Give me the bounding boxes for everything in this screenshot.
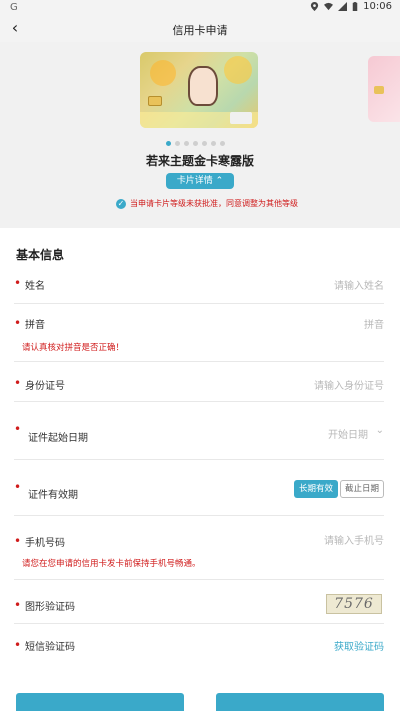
required-marker: • bbox=[14, 276, 22, 290]
end-date-option[interactable]: 截止日期 bbox=[340, 480, 384, 498]
carousel-dot[interactable] bbox=[175, 141, 180, 146]
required-marker: • bbox=[14, 480, 22, 494]
phone-hint: 请您在您申请的信用卡发卡前保持手机号畅通。 bbox=[22, 559, 201, 569]
section-title: 基本信息 bbox=[16, 248, 65, 262]
phone-row: • 手机号码 请输入手机号 请您在您申请的信用卡发卡前保持手机号畅通。 bbox=[14, 526, 384, 580]
chevron-down-icon[interactable]: ⌄ bbox=[376, 425, 384, 436]
battery-icon bbox=[352, 2, 358, 11]
network-indicator: G bbox=[10, 2, 18, 13]
card-details-label: 卡片详情 bbox=[176, 176, 213, 186]
required-marker: • bbox=[14, 422, 22, 436]
phone-input[interactable]: 请输入手机号 bbox=[324, 532, 384, 547]
pinyin-input[interactable]: 拼音 bbox=[364, 316, 384, 331]
long-term-option[interactable]: 长期有效 bbox=[294, 480, 338, 498]
name-row: • 姓名 请输入姓名 bbox=[14, 268, 384, 304]
sms-label: 短信验证码 bbox=[25, 642, 75, 653]
carousel-dot[interactable] bbox=[211, 141, 216, 146]
id-valid-label: 证件有效期 bbox=[28, 490, 78, 501]
carousel-dot[interactable] bbox=[166, 141, 171, 146]
pinyin-label: 拼音 bbox=[25, 320, 45, 331]
id-valid-row: • 证件有效期 长期有效 截止日期 bbox=[14, 468, 384, 516]
captcha-label: 图形验证码 bbox=[25, 602, 75, 613]
id-number-row: • 身份证号 请输入身份证号 bbox=[14, 368, 384, 402]
required-marker: • bbox=[14, 376, 22, 390]
pinyin-hint: 请认真核对拼音是否正确！ bbox=[22, 343, 125, 353]
captcha-image[interactable]: 7576 bbox=[326, 594, 382, 614]
carousel-dots bbox=[166, 141, 225, 146]
wifi-icon bbox=[324, 2, 334, 11]
card-carousel: 若来主题金卡寒露版 卡片详情 ⌃ ✓ 当申请卡片等级未获批准，同意调整为其他等级 bbox=[0, 42, 400, 228]
name-input[interactable]: 请输入姓名 bbox=[334, 277, 384, 292]
phone-label: 手机号码 bbox=[25, 538, 65, 549]
checkbox-checked-icon[interactable]: ✓ bbox=[116, 198, 126, 209]
carousel-dot[interactable] bbox=[220, 141, 225, 146]
captcha-row: • 图形验证码 7576 bbox=[14, 586, 384, 624]
chevron-up-icon: ⌃ bbox=[215, 176, 224, 186]
status-time: 10:06 bbox=[363, 1, 392, 12]
next-card-image[interactable] bbox=[368, 56, 400, 122]
required-marker: • bbox=[14, 598, 22, 612]
bottom-button-right[interactable] bbox=[216, 693, 384, 711]
pinyin-row: • 拼音 拼音 请认真核对拼音是否正确！ bbox=[14, 308, 384, 362]
id-start-label: 证件起始日期 bbox=[28, 433, 88, 444]
required-marker: • bbox=[14, 534, 22, 548]
get-sms-code-link[interactable]: 获取验证码 bbox=[334, 638, 384, 653]
card-details-button[interactable]: 卡片详情 ⌃ bbox=[166, 173, 234, 189]
credit-card-image[interactable] bbox=[140, 52, 258, 128]
id-number-label: 身份证号 bbox=[25, 381, 65, 392]
sms-row: • 短信验证码 获取验证码 bbox=[14, 630, 384, 662]
page-title: 信用卡申请 bbox=[172, 24, 228, 37]
start-date-picker[interactable]: 开始日期 bbox=[328, 426, 368, 441]
id-number-input[interactable]: 请输入身份证号 bbox=[314, 377, 384, 392]
name-label: 姓名 bbox=[25, 281, 45, 292]
level-adjust-text: 当申请卡片等级未获批准，同意调整为其他等级 bbox=[130, 199, 298, 208]
id-start-row: • 证件起始日期 开始日期 ⌄ bbox=[14, 412, 384, 460]
location-icon bbox=[311, 2, 319, 11]
card-name: 若来主题金卡寒露版 bbox=[145, 154, 254, 168]
level-adjust-agreement[interactable]: ✓ 当申请卡片等级未获批准，同意调整为其他等级 bbox=[116, 198, 298, 209]
status-bar: G 10:06 bbox=[0, 0, 400, 16]
bottom-button-left[interactable] bbox=[16, 693, 184, 711]
carousel-dot[interactable] bbox=[184, 141, 189, 146]
carousel-dot[interactable] bbox=[193, 141, 198, 146]
carousel-dot[interactable] bbox=[202, 141, 207, 146]
required-marker: • bbox=[14, 316, 22, 330]
nav-bar: ‹ 信用卡申请 bbox=[0, 16, 400, 42]
required-marker: • bbox=[14, 638, 22, 652]
signal-icon bbox=[338, 2, 348, 11]
